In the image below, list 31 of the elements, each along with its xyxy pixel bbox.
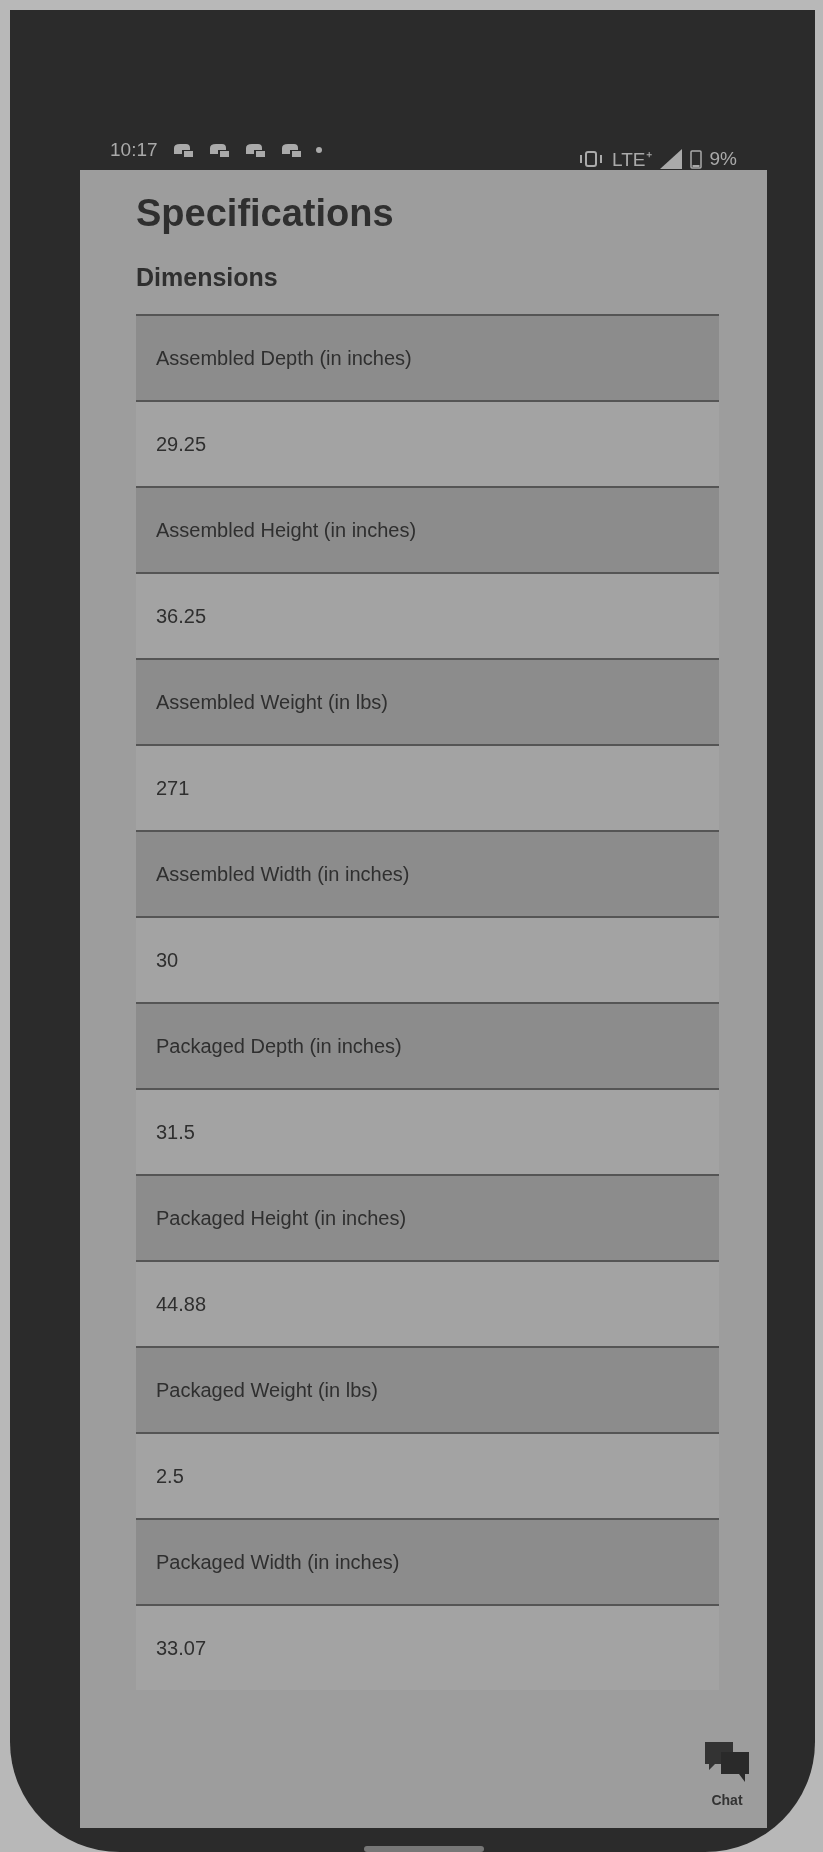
notification-icon [207,142,230,158]
battery-icon [689,149,702,169]
spec-label: Packaged Weight (in lbs) [136,1346,719,1432]
more-notifications-icon [315,147,322,153]
spec-label: Packaged Depth (in inches) [136,1002,719,1088]
spec-value: 29.25 [136,400,719,486]
battery-percent: 9% [709,148,737,170]
vibrate-icon [578,151,605,167]
chat-button[interactable]: Chat [701,1738,753,1812]
notification-icon [243,142,266,158]
notification-icon [279,142,302,158]
spec-value: 36.25 [136,572,719,658]
spec-label: Assembled Height (in inches) [136,486,719,572]
spec-value: 33.07 [136,1604,719,1690]
home-indicator[interactable] [363,1846,484,1852]
spec-value: 31.5 [136,1088,719,1174]
page-title: Specifications [136,191,395,236]
spec-label: Packaged Height (in inches) [136,1174,719,1260]
spec-value: 2.5 [136,1432,719,1518]
spec-label: Packaged Width (in inches) [136,1518,719,1604]
spec-label: Assembled Depth (in inches) [136,314,719,400]
section-heading: Dimensions [136,262,279,293]
network-type: LTE⁺ [612,148,652,172]
chat-bubbles-icon [705,1742,749,1784]
clock-time: 10:17 [110,139,158,161]
notification-icon [171,142,194,158]
spec-value: 30 [136,916,719,1002]
spec-label: Assembled Width (in inches) [136,830,719,916]
spec-label: Assembled Weight (in lbs) [136,658,719,744]
spec-value: 271 [136,744,719,830]
spec-value: 44.88 [136,1260,719,1346]
